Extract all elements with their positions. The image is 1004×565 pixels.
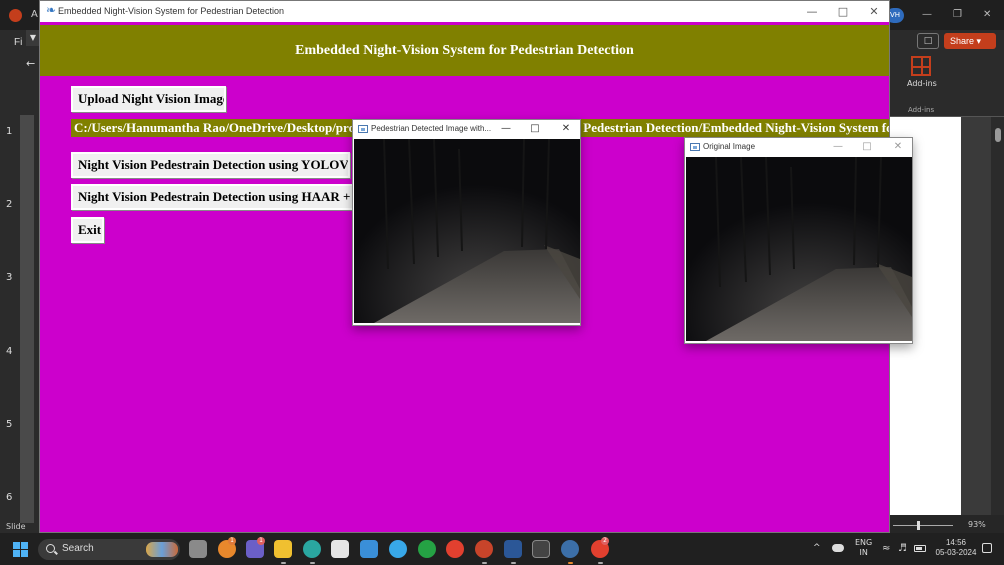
language-indicator[interactable]: ENG IN	[855, 538, 872, 558]
close-icon[interactable]: ✕	[888, 141, 908, 153]
clock-date: 05-03-2024	[935, 548, 977, 557]
status-bar	[889, 515, 1004, 533]
ruler-number: 2	[6, 199, 13, 210]
store-icon[interactable]	[331, 540, 349, 558]
running-indicator	[281, 562, 286, 564]
ruler-number: 5	[6, 419, 13, 430]
vertical-ruler	[20, 115, 34, 523]
powerpoint-icon[interactable]	[475, 540, 493, 558]
original-night-image	[686, 157, 912, 341]
ruler-number: 6	[6, 492, 13, 503]
word-icon[interactable]	[504, 540, 522, 558]
terminal-icon[interactable]	[532, 540, 550, 558]
region-code: IN	[859, 548, 868, 557]
close-icon[interactable]: ✕	[556, 123, 576, 135]
chevron-down-icon[interactable]: ▼	[26, 30, 40, 46]
original-image-window[interactable]: Original Image — □ ✕	[684, 137, 913, 344]
search-placeholder: Search	[62, 543, 94, 554]
original-window-titlebar[interactable]: Original Image — □ ✕	[685, 138, 912, 156]
maximize-icon[interactable]: □	[857, 141, 877, 153]
detected-window-titlebar[interactable]: Pedestrian Detected Image with... — □ ✕	[353, 120, 580, 138]
running-indicator	[310, 562, 315, 564]
battery-icon[interactable]	[914, 545, 926, 552]
running-indicator	[511, 562, 516, 564]
ruler-number: 1	[6, 126, 13, 137]
share-button-label: Share	[950, 36, 975, 46]
edge-icon[interactable]	[303, 540, 321, 558]
python-icon[interactable]	[561, 540, 579, 558]
image-window-icon	[690, 143, 700, 151]
search-input[interactable]: Search	[38, 539, 180, 560]
minimize-icon[interactable]: —	[922, 9, 932, 20]
clock-time: 14:56	[945, 538, 967, 547]
window-title: Embedded Night-Vision System for Pedestr…	[58, 6, 284, 16]
zoom-slider-knob[interactable]	[917, 521, 920, 530]
status-slide-label: Slide	[6, 522, 26, 531]
comment-icon[interactable]: □	[917, 33, 939, 49]
page-title: Embedded Night-Vision System for Pedestr…	[295, 43, 634, 58]
minimize-icon[interactable]: —	[496, 123, 516, 135]
vertical-scrollbar[interactable]	[992, 117, 1004, 515]
app-icon-blue[interactable]	[360, 540, 378, 558]
haar-detection-button[interactable]: Night Vision Pedestrain Detection using …	[71, 184, 356, 210]
search-icon	[46, 544, 55, 553]
header-banner: Embedded Night-Vision System for Pedestr…	[40, 22, 889, 76]
main-titlebar[interactable]: ❧ Embedded Night-Vision System for Pedes…	[40, 1, 889, 22]
original-window-title: Original Image	[703, 142, 756, 151]
ruler-number: 4	[6, 346, 13, 357]
editor-margin	[961, 117, 991, 515]
notification-icon[interactable]	[982, 543, 992, 553]
wifi-icon[interactable]: ≈	[882, 543, 890, 554]
powerpoint-logo-icon	[9, 9, 22, 22]
restore-icon[interactable]: ❐	[953, 9, 962, 20]
back-arrow-icon[interactable]: ←	[26, 57, 40, 73]
chrome-icon[interactable]	[446, 540, 464, 558]
ruler-number: 3	[6, 272, 13, 283]
cloud-icon[interactable]	[832, 544, 844, 552]
maximize-icon[interactable]: □	[828, 4, 858, 19]
language-code: ENG	[855, 538, 873, 547]
image-window-icon	[358, 125, 368, 133]
clock[interactable]: 14:56 05-03-2024	[934, 538, 978, 558]
scrollbar-thumb[interactable]	[995, 128, 1001, 142]
powerpoint-title-fragment: A	[31, 9, 38, 20]
close-icon[interactable]: ✕	[859, 4, 889, 19]
app-icon-lightblue[interactable]	[389, 540, 407, 558]
addins-icon[interactable]	[911, 56, 931, 76]
taskbar: Search 1 1 2	[0, 533, 1004, 565]
share-button[interactable]: Share ▾	[944, 33, 996, 49]
maximize-icon[interactable]: □	[525, 123, 545, 135]
notification-badge: 1	[257, 537, 265, 545]
zoom-slider[interactable]	[893, 525, 953, 526]
minimize-icon[interactable]: —	[828, 141, 848, 153]
exit-button[interactable]: Exit	[71, 217, 104, 243]
file-explorer-icon[interactable]	[274, 540, 292, 558]
search-highlight-graphic	[146, 542, 178, 557]
upload-image-button[interactable]: Upload Night Vision Image	[71, 86, 226, 112]
detected-image-window[interactable]: Pedestrian Detected Image with... — □ ✕	[352, 119, 581, 326]
whatsapp-icon[interactable]	[418, 540, 436, 558]
chevron-up-icon[interactable]: ^	[813, 543, 821, 553]
volume-icon[interactable]: ♬	[898, 543, 907, 554]
minimize-icon[interactable]: —	[797, 4, 827, 19]
feather-icon: ❧	[46, 3, 57, 17]
close-icon[interactable]: ✕	[983, 9, 991, 20]
powerpoint-file-tab[interactable]: Fi	[14, 37, 22, 48]
yolo-detection-button[interactable]: Night Vision Pedestrain Detection using …	[71, 152, 350, 178]
running-indicator	[598, 562, 603, 564]
task-view-icon[interactable]	[189, 540, 207, 558]
running-indicator	[568, 562, 573, 564]
windows-start-icon[interactable]	[13, 542, 28, 557]
zoom-level[interactable]: 93%	[968, 520, 986, 529]
notification-badge: 1	[228, 537, 236, 545]
running-indicator	[482, 562, 487, 564]
detected-window-title: Pedestrian Detected Image with...	[371, 124, 492, 133]
ribbon-group-label: Add-ins	[908, 106, 935, 114]
notification-badge: 2	[601, 537, 609, 545]
addins-label[interactable]: Add-ins	[907, 79, 937, 88]
detected-night-image	[354, 139, 580, 323]
